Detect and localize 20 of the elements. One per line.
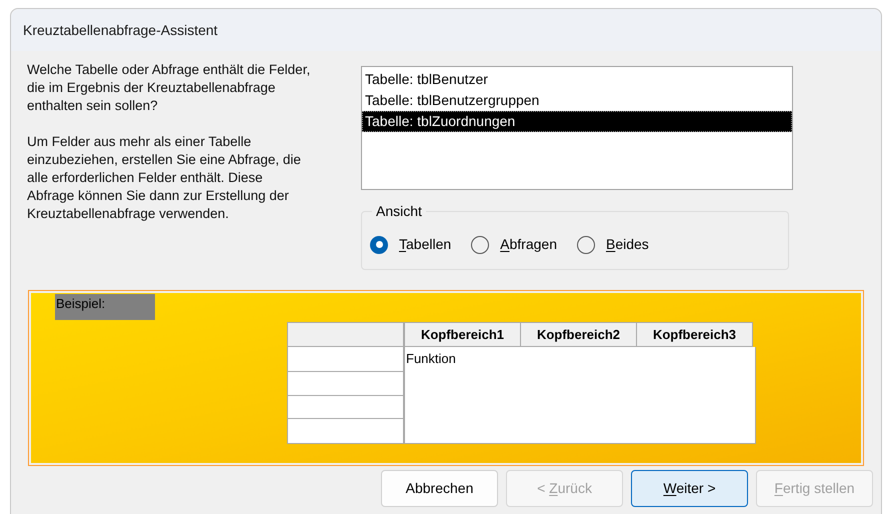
table-list[interactable]: Tabelle: tblBenutzer Tabelle: tblBenutzergruppen Tabelle: tblZuordnungen	[361, 66, 793, 190]
window-title: Kreuztabellenabfrage-Assistent	[23, 20, 218, 40]
radio-label[interactable]: Abfragen	[500, 234, 557, 255]
radio-button[interactable]	[471, 236, 490, 254]
list-item[interactable]: Tabelle: tblZuordnungen	[362, 111, 792, 132]
instruction-text: Welche Tabelle oder Abfrage enthält die Felder, die im Ergebnis der Kreuztabellenabfrage enthalten sein sollen?	[27, 61, 311, 115]
column-header: Kopfbereich3	[636, 322, 753, 347]
radio-button[interactable]	[576, 236, 595, 254]
column-header: Kopfbereich2	[520, 322, 637, 347]
dialog-button[interactable]: Weiter >	[631, 470, 748, 507]
radio-button[interactable]	[370, 236, 388, 254]
example-label: Beispiel:	[55, 294, 155, 320]
column-header: Kopfbereich1	[404, 322, 521, 347]
list-item[interactable]: Tabelle: tblBenutzer	[362, 69, 792, 90]
radio-label[interactable]: Tabellen	[399, 234, 452, 255]
dialog-button[interactable]: Abbrechen	[381, 470, 498, 507]
function-text: Funktion	[406, 351, 456, 366]
instruction-text: Um Felder aus mehr als einer Tabelle einzubeziehen, erstellen Sie eine Abfrage, die alle erforderlichen Felder enthält. Diese Abfrage können Sie dann zur Erstellung der Kreuztabellenabfrage verwenden.	[27, 133, 302, 223]
list-item[interactable]: Tabelle: tblBenutzergruppen	[362, 90, 792, 111]
radio-label[interactable]: Beides	[606, 234, 649, 255]
